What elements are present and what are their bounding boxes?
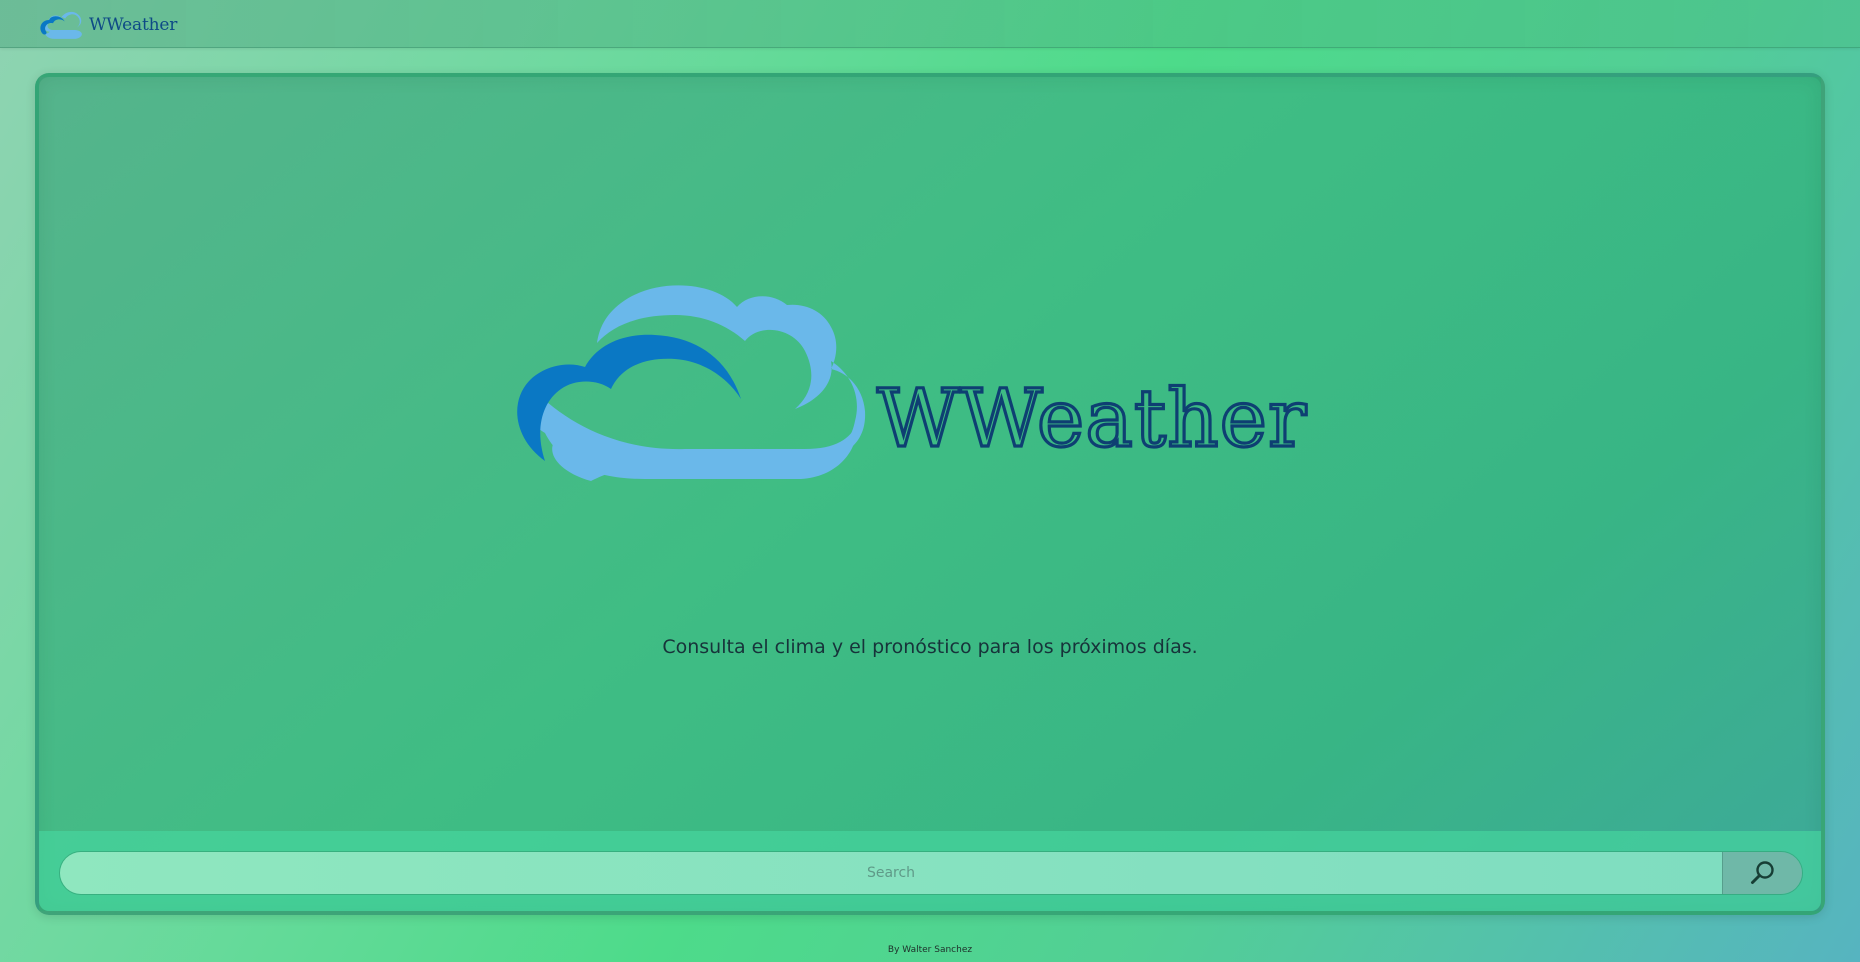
search-form xyxy=(59,851,1803,895)
search-icon xyxy=(1750,861,1774,884)
search-bar-container xyxy=(39,831,1821,911)
cloud-icon xyxy=(40,11,82,39)
search-input[interactable] xyxy=(60,852,1722,894)
brand-text: WWeather xyxy=(89,15,178,35)
hero-logo: WWeather xyxy=(505,281,1385,501)
navbar: WWeather xyxy=(0,0,1860,48)
footer-credit: By Walter Sanchez xyxy=(887,945,973,955)
tagline: Consulta el clima y el pronóstico para l… xyxy=(662,636,1198,658)
brand-link[interactable]: WWeather xyxy=(38,8,177,42)
main-card: WWeather Consulta el clima y el pronósti… xyxy=(35,73,1825,915)
hero-logo-text: WWeather xyxy=(877,372,1307,465)
search-button[interactable] xyxy=(1722,852,1802,894)
hero-logo-graphic: WWeather xyxy=(517,285,1308,481)
